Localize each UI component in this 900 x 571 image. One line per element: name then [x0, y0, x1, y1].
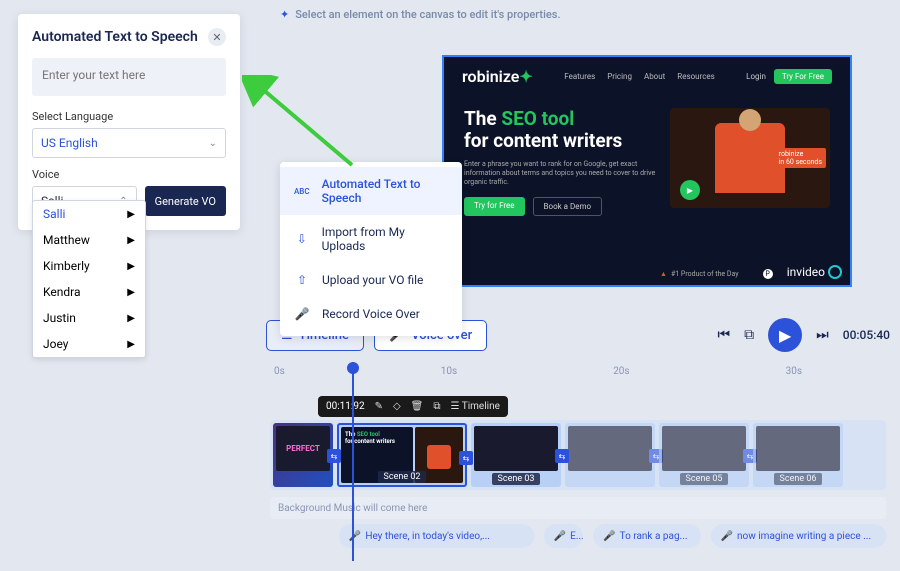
- language-label: Select Language: [32, 110, 226, 123]
- clip-scene-02[interactable]: The SEO toolfor content writers Scene 02…: [337, 423, 467, 487]
- play-icon[interactable]: ▶: [127, 261, 135, 272]
- preview-body: The SEO toolfor content writers Enter a …: [444, 96, 850, 228]
- tts-panel: Automated Text to Speech ✕ Select Langua…: [18, 14, 240, 230]
- timeline-ruler[interactable]: 0s 10s 20s 30s: [266, 360, 890, 377]
- skip-back-icon[interactable]: ⏮: [718, 327, 731, 343]
- play-icon[interactable]: ▶: [127, 287, 135, 298]
- menu-item-tts[interactable]: ABCAutomated Text to Speech: [280, 167, 462, 215]
- transition-icon[interactable]: ⇆: [459, 451, 473, 465]
- clip-scene-03[interactable]: Scene 03 ⇆: [471, 423, 561, 487]
- copy-icon[interactable]: ⧉: [433, 401, 440, 412]
- voice-option-justin[interactable]: Justin▶: [33, 305, 145, 331]
- play-icon[interactable]: ▶: [127, 339, 135, 350]
- vo-clip-3[interactable]: 🎤To rank a pag...: [593, 524, 700, 548]
- clip-label: Scene 03: [492, 473, 541, 485]
- language-value: US English: [41, 136, 98, 150]
- chevron-down-icon: ⌄: [209, 138, 217, 149]
- crop-icon[interactable]: ◇: [393, 401, 401, 412]
- transition-icon[interactable]: ⇆: [555, 449, 569, 463]
- playhead[interactable]: [352, 362, 354, 561]
- invideo-watermark: invideo: [787, 265, 842, 279]
- tts-title: Automated Text to Speech: [32, 29, 198, 45]
- mic-icon: 🎤: [554, 531, 566, 542]
- product-hunt-badge: ▲#1 Product of the DayP: [660, 269, 773, 279]
- voice-dropdown: Salli▶ Matthew▶ Kimberly▶ Kendra▶ Justin…: [32, 200, 146, 358]
- preview-tag: robinizein 60 seconds: [775, 148, 826, 168]
- voice-option-salli[interactable]: Salli▶: [33, 201, 145, 227]
- vo-clip-2[interactable]: 🎤E...: [544, 524, 583, 548]
- transition-icon[interactable]: ⇆: [327, 449, 341, 463]
- trash-icon[interactable]: 🗑: [411, 401, 424, 412]
- video-preview[interactable]: robinize✦ FeaturesPricingAboutResources …: [442, 55, 852, 287]
- mic-icon: 🎤: [349, 531, 361, 542]
- voice-option-kimberly[interactable]: Kimberly▶: [33, 253, 145, 279]
- mic-icon: 🎤: [294, 307, 310, 321]
- clip-toolbar: 00:11:92 ✎ ◇ 🗑 ⧉ ☰ Timeline: [318, 396, 508, 417]
- vo-clip-4[interactable]: 🎤now imagine writing a piece ...: [711, 524, 886, 548]
- close-icon[interactable]: ✕: [208, 28, 226, 46]
- controls-right: ⏮ ⧉ ▶ ⏭ 00:05:40: [718, 318, 890, 352]
- video-track[interactable]: PERFECT ⇆ The SEO toolfor content writer…: [270, 420, 886, 490]
- clip-scene-06[interactable]: Scene 06: [753, 423, 843, 487]
- clip-scene-04[interactable]: ⇆: [565, 423, 655, 487]
- preview-nav: robinize✦ FeaturesPricingAboutResources …: [444, 57, 850, 96]
- clip-label: Scene 02: [378, 471, 427, 483]
- play-icon[interactable]: ▶: [127, 235, 135, 246]
- playback-time: 00:05:40: [843, 328, 890, 342]
- loop-icon[interactable]: ⧉: [744, 327, 754, 343]
- preview-ctas: Try for Free Book a Demo: [464, 197, 656, 216]
- preview-thumbnail: ▶ robinizein 60 seconds: [670, 108, 830, 208]
- clip-time: 00:11:92: [326, 401, 365, 412]
- upload-icon: ⇧: [294, 273, 310, 287]
- skip-forward-icon[interactable]: ⏭: [816, 327, 829, 343]
- clip-scene-01[interactable]: PERFECT ⇆: [273, 423, 333, 487]
- tts-text-input[interactable]: [32, 58, 226, 96]
- preview-navright: Login Try For Free: [746, 69, 832, 84]
- preview-sub: Enter a phrase you want to rank for on G…: [464, 160, 656, 187]
- music-track[interactable]: Background Music will come here: [270, 497, 886, 519]
- annotation-arrow: [242, 75, 372, 175]
- cursor-icon: ✦: [280, 8, 289, 21]
- voiceover-track: 🎤Hey there, in today's video,... 🎤E... 🎤…: [270, 524, 886, 548]
- voice-option-matthew[interactable]: Matthew▶: [33, 227, 145, 253]
- play-icon: ▶: [680, 180, 700, 200]
- clip-scene-05[interactable]: Scene 05 ⇆: [659, 423, 749, 487]
- preview-heading: The SEO toolfor content writers: [464, 108, 656, 152]
- voice-label: Voice: [32, 168, 226, 181]
- timeline: 0s 10s 20s 30s 00:11:92 ✎ ◇ 🗑 ⧉ ☰ Timeli…: [266, 360, 890, 561]
- download-icon: ⇩: [294, 232, 310, 246]
- timeline-icon[interactable]: ☰ Timeline: [451, 401, 500, 412]
- preview-left: The SEO toolfor content writers Enter a …: [464, 108, 656, 216]
- canvas-hint: ✦ Select an element on the canvas to edi…: [280, 8, 561, 21]
- menu-item-import[interactable]: ⇩Import from My Uploads: [280, 215, 462, 263]
- tts-header: Automated Text to Speech ✕: [32, 28, 226, 46]
- mic-icon: 🎤: [721, 531, 733, 542]
- play-icon[interactable]: ▶: [127, 209, 135, 220]
- play-button[interactable]: ▶: [768, 318, 802, 352]
- menu-item-record[interactable]: 🎤Record Voice Over: [280, 297, 462, 331]
- clip-label: Scene 05: [680, 473, 729, 485]
- generate-vo-button[interactable]: Generate VO: [145, 186, 226, 216]
- language-select[interactable]: US English ⌄: [32, 128, 226, 158]
- menu-item-upload[interactable]: ⇧Upload your VO file: [280, 263, 462, 297]
- mic-icon: 🎤: [603, 531, 615, 542]
- preview-navlinks: FeaturesPricingAboutResources: [564, 72, 715, 81]
- voice-option-kendra[interactable]: Kendra▶: [33, 279, 145, 305]
- abc-icon: ABC: [294, 187, 310, 196]
- vo-clip-1[interactable]: 🎤Hey there, in today's video,...: [339, 524, 534, 548]
- edit-icon[interactable]: ✎: [375, 401, 383, 412]
- voice-option-joey[interactable]: Joey▶: [33, 331, 145, 357]
- play-icon[interactable]: ▶: [127, 313, 135, 324]
- preview-logo: robinize✦: [462, 67, 533, 86]
- voiceover-menu: ABCAutomated Text to Speech ⇩Import from…: [280, 162, 462, 336]
- clip-label: Scene 06: [774, 473, 823, 485]
